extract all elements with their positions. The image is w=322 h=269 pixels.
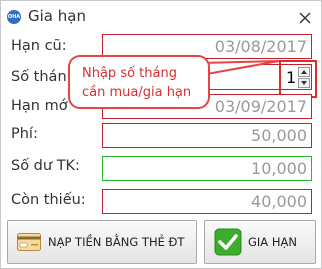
shortfall-value: 40,000 [251, 192, 307, 211]
fee-label: Phí: [11, 126, 38, 142]
close-icon [299, 12, 311, 24]
expiry-new-label: Hạn mớ [11, 98, 68, 114]
fee-value: 50,000 [251, 126, 307, 145]
expiry-old-value: 03/08/2017 [214, 37, 307, 56]
fee-field: 50,000 [102, 123, 312, 148]
dialog-title: Gia hạn [28, 7, 86, 25]
tooltip-line-2: cần mua/gia hạn [82, 85, 192, 100]
months-label: Số thán [11, 69, 67, 85]
balance-field: 10,000 [102, 156, 312, 181]
topup-by-phone-card-button[interactable]: NẠP TIỀN BẰNG THẺ ĐT [7, 220, 197, 264]
app-logo-text: OHA [7, 13, 21, 20]
renewal-dialog: OHA Gia hạn Hạn cũ: 03/08/2017 Số thán 1… [0, 0, 322, 269]
tooltip-line-1: Nhập số tháng [82, 66, 177, 81]
balance-label: Số dư TK: [11, 158, 80, 174]
months-spinner-highlight [279, 60, 317, 98]
tooltip-text: Nhập số tháng cần mua/gia hạn [82, 64, 208, 102]
extend-button[interactable]: GIA HẠN [204, 220, 316, 264]
title-bar: OHA Gia hạn [1, 1, 321, 33]
expiry-new-value: 03/09/2017 [214, 97, 307, 116]
expiry-old-label: Hạn cũ: [11, 38, 67, 54]
balance-value: 10,000 [251, 159, 307, 178]
shortfall-label: Còn thiếu: [11, 192, 86, 208]
months-hint-tooltip: Nhập số tháng cần mua/gia hạn [68, 55, 210, 109]
extend-button-label: GIA HẠN [248, 235, 297, 249]
close-button[interactable] [294, 7, 316, 29]
topup-button-label: NẠP TIỀN BẰNG THẺ ĐT [48, 235, 185, 249]
tooltip-pointer [201, 60, 280, 76]
credit-card-icon [17, 233, 41, 251]
app-logo-icon: OHA [7, 10, 21, 24]
shortfall-field: 40,000 [102, 189, 312, 214]
checkmark-icon [214, 228, 242, 256]
